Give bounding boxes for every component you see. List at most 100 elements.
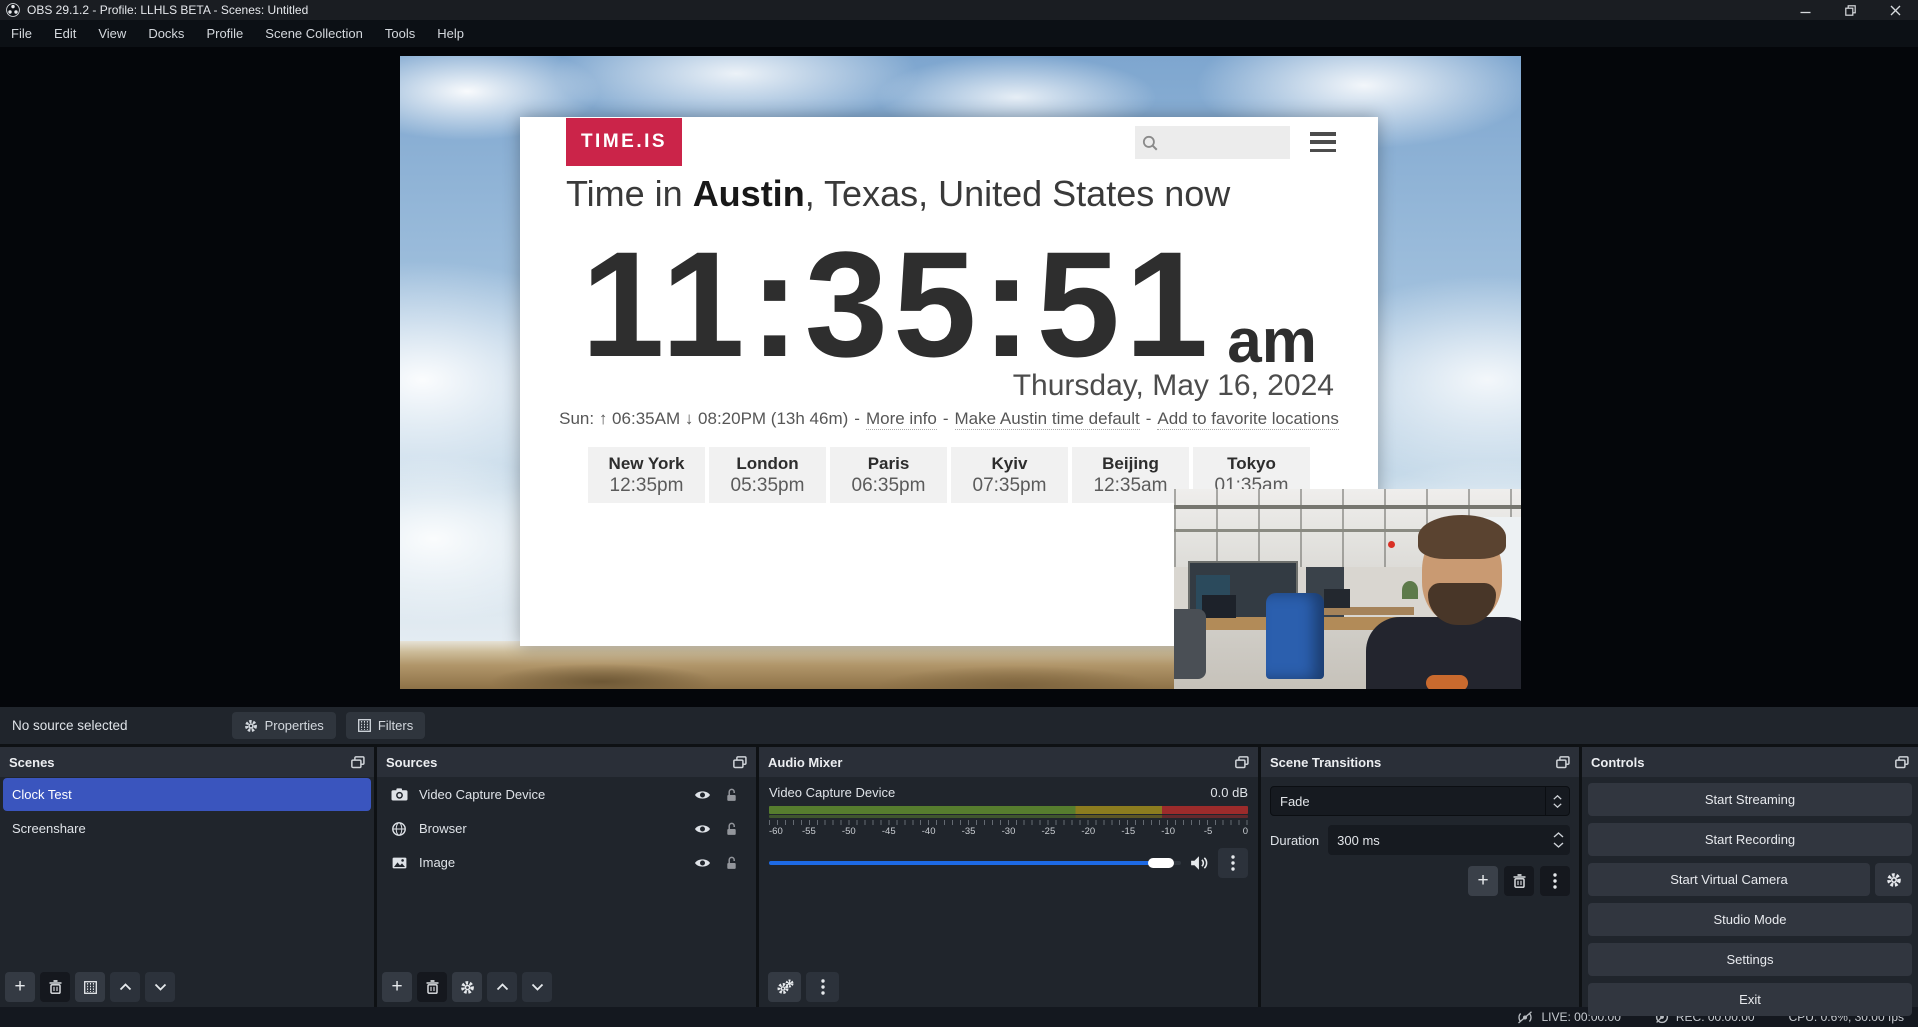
menu-docks[interactable]: Docks <box>137 20 195 47</box>
speaker-icon[interactable] <box>1190 855 1209 871</box>
scene-filters-button[interactable] <box>75 972 105 1002</box>
filters-button[interactable]: Filters <box>346 712 425 739</box>
camera-icon <box>391 788 408 801</box>
popout-icon[interactable] <box>1556 756 1570 769</box>
move-source-up-button[interactable] <box>487 972 517 1002</box>
separator: - <box>943 409 949 430</box>
restore-button[interactable] <box>1828 0 1873 20</box>
volume-slider[interactable] <box>769 861 1181 865</box>
menu-profile[interactable]: Profile <box>195 20 254 47</box>
timeis-logo: TIME.IS <box>566 118 682 166</box>
city-time: 05:35pm <box>709 475 826 497</box>
move-scene-down-button[interactable] <box>145 972 175 1002</box>
source-properties-button[interactable] <box>452 972 482 1002</box>
transitions-title: Scene Transitions <box>1270 755 1381 770</box>
scene-label: Clock Test <box>12 787 362 802</box>
kebab-icon <box>1231 855 1235 871</box>
controls-dock: Controls Start Streaming Start Recording… <box>1582 747 1918 1007</box>
unlock-icon[interactable] <box>725 822 738 836</box>
live-icon <box>1516 1011 1534 1024</box>
start-virtual-camera-button[interactable]: Start Virtual Camera <box>1588 863 1870 896</box>
menu-bar: File Edit View Docks Profile Scene Colle… <box>0 20 1918 47</box>
chevron-down-icon <box>1553 842 1564 848</box>
mixer-menu-button[interactable] <box>806 972 839 1002</box>
more-info-link: More info <box>866 409 937 430</box>
add-scene-button[interactable]: + <box>5 972 35 1002</box>
studio-mode-button[interactable]: Studio Mode <box>1588 903 1912 936</box>
duration-spinbox[interactable]: 300 ms <box>1328 825 1570 855</box>
make-default-link: Make Austin time default <box>955 409 1140 430</box>
scene-item-clock-test[interactable]: Clock Test <box>3 778 371 811</box>
sources-title: Sources <box>386 755 437 770</box>
volume-meter-right <box>769 815 1248 818</box>
eye-icon[interactable] <box>694 857 711 869</box>
scene-transitions-dock: Scene Transitions Fade Duration 3 <box>1261 747 1579 1007</box>
source-item-browser[interactable]: Browser <box>380 812 753 845</box>
virtual-camera-config-button[interactable] <box>1875 863 1912 896</box>
eye-icon[interactable] <box>694 789 711 801</box>
city-box: Paris 06:35pm <box>830 447 947 503</box>
exit-button[interactable]: Exit <box>1588 983 1912 1016</box>
advanced-audio-button[interactable] <box>768 972 801 1002</box>
mixer-title: Audio Mixer <box>768 755 842 770</box>
city-box: Beijing 12:35am <box>1072 447 1189 503</box>
controls-title: Controls <box>1591 755 1644 770</box>
city-time: 06:35pm <box>830 475 947 497</box>
timeis-sun-line: Sun: ↑ 06:35AM ↓ 08:20PM (13h 46m) - Mor… <box>520 409 1378 430</box>
obs-logo-icon <box>6 3 20 17</box>
image-icon <box>392 857 407 869</box>
chevron-down-icon <box>154 983 167 991</box>
menu-help[interactable]: Help <box>426 20 475 47</box>
popout-icon[interactable] <box>1235 756 1249 769</box>
chevron-down-icon <box>1553 803 1562 808</box>
menu-tools[interactable]: Tools <box>374 20 426 47</box>
volume-slider-handle[interactable] <box>1148 858 1174 868</box>
menu-view[interactable]: View <box>87 20 137 47</box>
unlock-icon[interactable] <box>725 856 738 870</box>
eye-icon[interactable] <box>694 823 711 835</box>
popout-icon[interactable] <box>1895 756 1909 769</box>
clock-time: 11:35:51 <box>581 229 1213 379</box>
city-box: New York 12:35pm <box>588 447 705 503</box>
start-streaming-button[interactable]: Start Streaming <box>1588 783 1912 816</box>
menu-scene-collection[interactable]: Scene Collection <box>254 20 374 47</box>
move-scene-up-button[interactable] <box>110 972 140 1002</box>
popout-icon[interactable] <box>733 756 747 769</box>
chevron-up-icon <box>1553 795 1562 800</box>
menu-edit[interactable]: Edit <box>43 20 87 47</box>
scene-item-screenshare[interactable]: Screenshare <box>3 812 371 845</box>
spin-arrows[interactable] <box>1546 832 1570 848</box>
chevron-up-icon <box>1553 832 1564 838</box>
transition-select[interactable]: Fade <box>1270 786 1570 816</box>
mixer-channel-menu-button[interactable] <box>1218 848 1248 878</box>
close-button[interactable] <box>1873 0 1918 20</box>
city-time: 12:35pm <box>588 475 705 497</box>
transition-menu-button[interactable] <box>1540 866 1570 896</box>
move-source-down-button[interactable] <box>522 972 552 1002</box>
mixer-channel-label: Video Capture Device <box>769 785 895 800</box>
remove-source-button[interactable] <box>417 972 447 1002</box>
webcam-overlay-source <box>1174 489 1521 689</box>
hamburger-icon <box>1310 132 1336 152</box>
no-source-label: No source selected <box>12 718 128 733</box>
meter-ruler <box>769 820 1248 825</box>
source-item-video-capture[interactable]: Video Capture Device <box>380 778 753 811</box>
add-source-button[interactable]: + <box>382 972 412 1002</box>
unlock-icon[interactable] <box>725 788 738 802</box>
city-time: 12:35am <box>1072 475 1189 497</box>
start-recording-button[interactable]: Start Recording <box>1588 823 1912 856</box>
advanced-audio-icon <box>776 979 794 995</box>
properties-button[interactable]: Properties <box>232 712 336 739</box>
remove-transition-button[interactable] <box>1504 866 1534 896</box>
close-icon <box>1890 5 1901 16</box>
popout-icon[interactable] <box>351 756 365 769</box>
preview-video[interactable]: TIME.IS Time in Austin, Texas, United St… <box>400 56 1521 689</box>
minimize-button[interactable] <box>1783 0 1828 20</box>
add-transition-button[interactable]: + <box>1468 866 1498 896</box>
properties-label: Properties <box>265 718 324 733</box>
settings-button[interactable]: Settings <box>1588 943 1912 976</box>
source-item-image[interactable]: Image <box>380 846 753 879</box>
minimize-icon <box>1800 5 1811 16</box>
menu-file[interactable]: File <box>0 20 43 47</box>
remove-scene-button[interactable] <box>40 972 70 1002</box>
